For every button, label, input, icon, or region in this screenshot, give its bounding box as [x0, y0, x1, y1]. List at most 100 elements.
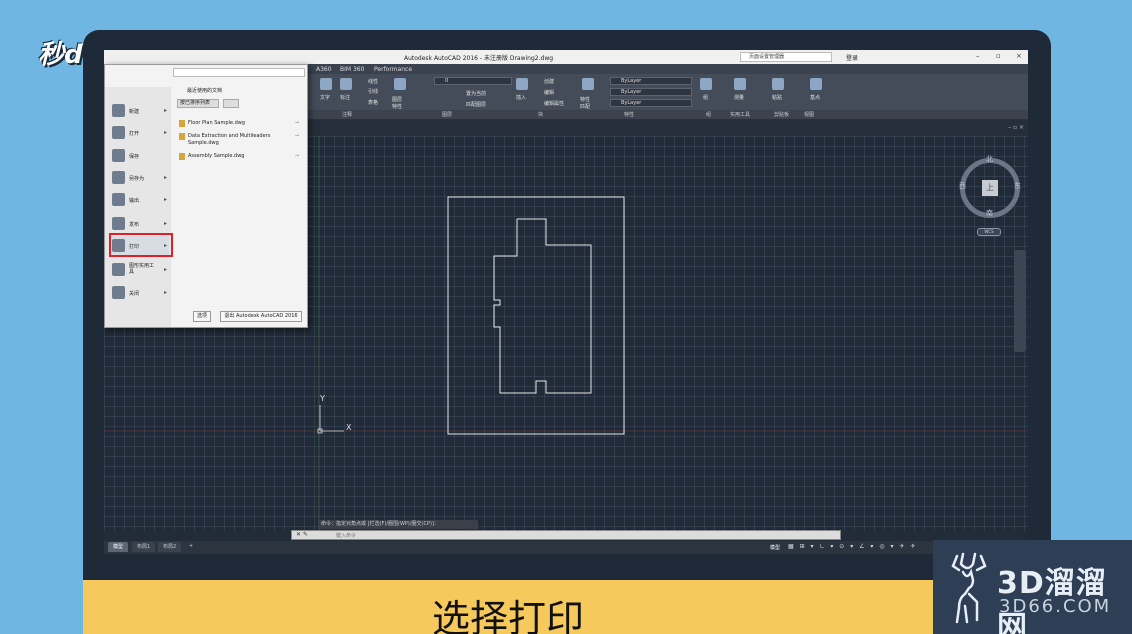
menu-item-publish[interactable]: 发布 ▸: [109, 214, 169, 234]
tab-performance[interactable]: Performance: [374, 66, 412, 73]
recent-file-item[interactable]: Data Extraction and Multileaders Sample.…: [179, 132, 299, 148]
layer-props-icon[interactable]: [394, 78, 406, 90]
panel-title-groups[interactable]: 组: [706, 111, 711, 118]
viewcube-north[interactable]: 北: [986, 154, 993, 164]
login-button[interactable]: 登录: [846, 53, 858, 62]
tab-model[interactable]: 模型: [108, 542, 129, 552]
save-as-icon: [112, 171, 125, 184]
pin-icon[interactable]: ⊸: [295, 120, 299, 126]
tab-a360[interactable]: A360: [316, 66, 332, 73]
menu-item-save[interactable]: 保存: [109, 146, 169, 166]
menu-item-save-as[interactable]: 另存为 ▸: [109, 168, 169, 188]
viewcube-south[interactable]: 南: [986, 208, 993, 218]
model-space-label[interactable]: 模型: [770, 544, 780, 551]
close-command-icon[interactable]: ✕ ✎: [296, 531, 308, 538]
group-icon[interactable]: [700, 78, 712, 90]
pin-icon[interactable]: ⊸: [295, 153, 299, 159]
panel-title-layers[interactable]: 图层: [442, 111, 452, 118]
base-point-label[interactable]: 基点: [810, 94, 820, 101]
chevron-right-icon: ▸: [163, 196, 167, 203]
menu-item-drawing-utilities[interactable]: 图形实用工具 ▸: [109, 260, 169, 280]
panel-title-block[interactable]: 块: [538, 111, 543, 118]
minimize-icon[interactable]: –: [976, 52, 980, 60]
match-props-label[interactable]: 特性匹配: [580, 96, 594, 110]
paste-icon[interactable]: [772, 78, 784, 90]
create-block-button[interactable]: 创建: [544, 78, 554, 85]
layer-props-label[interactable]: 图层特性: [392, 96, 406, 110]
close-icon[interactable]: ×: [1016, 52, 1022, 60]
text-tool-icon[interactable]: [320, 78, 332, 90]
sort-dropdown[interactable]: 按已排序列表: [177, 99, 219, 108]
edit-attr-button[interactable]: 编辑属性: [544, 100, 564, 107]
base-point-icon[interactable]: [810, 78, 822, 90]
viewcube-top-face[interactable]: 上: [982, 180, 998, 196]
panel-title-clipboard[interactable]: 剪贴板: [774, 111, 789, 118]
exit-autocad-button[interactable]: 退出 Autodesk AutoCAD 2016: [220, 311, 302, 322]
status-toggle-icons[interactable]: ▦ ⊞ ▾ ∟ ▾ ⊙ ▾ ∠ ▾ ◎ ▾ ✈ ✈: [788, 543, 917, 550]
command-line[interactable]: ✕ ✎ 键入命令: [291, 530, 841, 540]
menu-item-open[interactable]: 打开 ▸: [109, 123, 169, 143]
recent-file-item[interactable]: Assembly Sample.dwg ⊸: [179, 152, 299, 162]
ucs-y-label: Y: [320, 394, 325, 403]
menu-search-input[interactable]: [173, 68, 305, 77]
color-dropdown[interactable]: ByLayer: [610, 77, 692, 85]
insert-block-label[interactable]: 插入: [516, 94, 526, 101]
menu-item-label: 保存: [129, 154, 140, 160]
measure-icon[interactable]: [734, 78, 746, 90]
dim-tool-label[interactable]: 标注: [340, 94, 350, 101]
group-label[interactable]: 组: [703, 94, 708, 101]
leader-button[interactable]: 引线: [368, 88, 378, 95]
match-layer-button[interactable]: 匹配图层: [466, 101, 486, 108]
add-layout-button[interactable]: +: [184, 542, 198, 552]
command-input[interactable]: 键入命令: [336, 532, 356, 539]
text-tool-label[interactable]: 文字: [320, 94, 330, 101]
set-current-button[interactable]: 置为当前: [466, 90, 486, 97]
viewcube-west[interactable]: 西: [959, 181, 966, 191]
options-button[interactable]: 选项: [193, 311, 211, 322]
dwg-file-icon: [179, 120, 185, 127]
dim-tool-icon[interactable]: [340, 78, 352, 90]
panel-title-properties[interactable]: 特性: [624, 111, 634, 118]
window-title: Autodesk AutoCAD 2016 - 未注册版 Drawing2.dw…: [404, 55, 554, 62]
paste-label[interactable]: 粘贴: [772, 94, 782, 101]
linetype-dropdown[interactable]: ByLayer: [610, 88, 692, 96]
wcs-menu[interactable]: WCS: [977, 228, 1001, 236]
menu-item-label: 输出: [129, 198, 140, 204]
edit-block-button[interactable]: 编辑: [544, 89, 554, 96]
panel-title-utilities[interactable]: 实用工具: [730, 111, 750, 118]
layer-dropdown[interactable]: 0: [434, 77, 512, 85]
menu-item-label: 新建: [129, 109, 140, 115]
recent-file-item[interactable]: Floor Plan Sample.dwg ⊸: [179, 119, 299, 129]
match-props-icon[interactable]: [582, 78, 594, 90]
viewcube-east[interactable]: 东: [1014, 181, 1021, 191]
export-icon: [112, 193, 125, 206]
navigation-bar[interactable]: [1014, 250, 1026, 352]
viewport-controls-icon[interactable]: – ▫ ×: [1008, 124, 1024, 131]
ucs-x-label: X: [346, 423, 352, 432]
menu-item-export[interactable]: 输出 ▸: [109, 190, 169, 210]
pin-icon[interactable]: ⊸: [295, 133, 299, 139]
utilities-icon: [112, 263, 125, 276]
linear-button[interactable]: 线性: [368, 78, 378, 85]
view-dropdown[interactable]: [223, 99, 239, 108]
lineweight-dropdown[interactable]: ByLayer: [610, 99, 692, 107]
panel-title-view[interactable]: 视图: [804, 111, 814, 118]
recent-file-name: Data Extraction and Multileaders Sample.…: [188, 133, 271, 146]
chevron-right-icon: ▸: [163, 289, 167, 296]
table-button[interactable]: 表格: [368, 99, 378, 106]
open-folder-icon: [112, 126, 125, 139]
menu-item-new[interactable]: 新建 ▸: [109, 101, 169, 121]
brand-url: 3D66.COM: [999, 596, 1112, 617]
recent-file-name: Assembly Sample.dwg: [188, 153, 245, 159]
caption-bar: 选择打印: [83, 580, 933, 634]
tab-layout2[interactable]: 布局2: [158, 542, 182, 552]
tab-layout1[interactable]: 布局1: [132, 542, 156, 552]
maximize-icon[interactable]: ▫: [996, 52, 1001, 60]
search-input[interactable]: 页面设置管理器: [740, 52, 832, 62]
command-history: 命令：指定对角点或 [栏选(F)/圈围(WP)/圈交(CP)]：: [318, 520, 478, 529]
measure-label[interactable]: 测量: [734, 94, 744, 101]
tab-bim360[interactable]: BIM 360: [340, 66, 364, 73]
menu-item-close[interactable]: 关闭 ▸: [109, 283, 169, 303]
insert-block-icon[interactable]: [516, 78, 528, 90]
panel-title-annotation[interactable]: 注释: [342, 111, 352, 118]
